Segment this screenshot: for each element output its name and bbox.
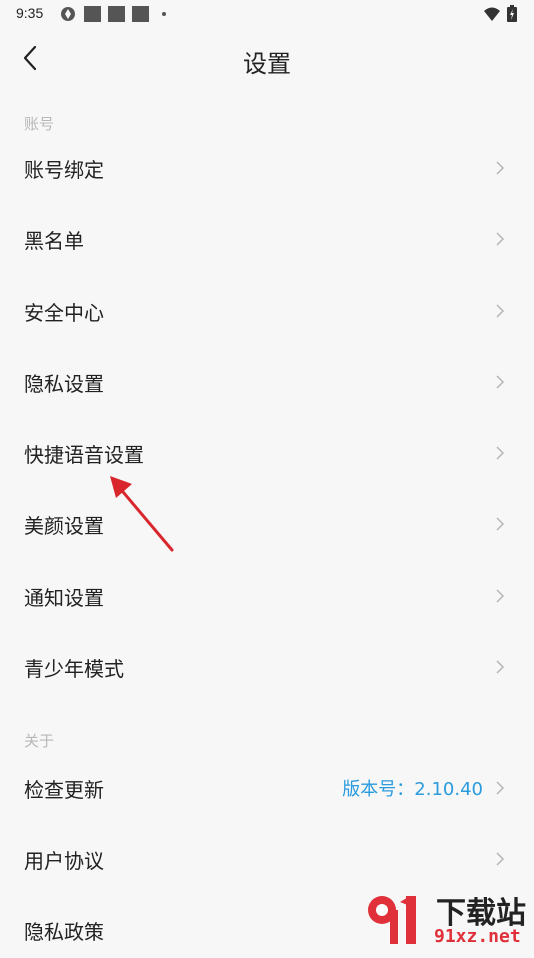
settings-item-user-agreement[interactable]: 用户协议 xyxy=(0,831,534,887)
settings-item-quick-voice-settings[interactable]: 快捷语音设置 xyxy=(0,425,534,481)
settings-item-label: 快捷语音设置 xyxy=(24,442,144,467)
status-time: 9:35 xyxy=(16,5,44,21)
page-title: 设置 xyxy=(243,50,291,78)
section-header-about: 关于 xyxy=(24,732,55,750)
notification-square-icon xyxy=(108,6,125,22)
settings-item-label: 青少年模式 xyxy=(24,656,124,681)
app-notification-icon xyxy=(61,7,75,21)
notification-square-icon xyxy=(84,6,101,22)
annotation-arrow-icon xyxy=(110,476,174,552)
more-notifications-dot-icon xyxy=(162,12,166,16)
settings-item-label: 用户协议 xyxy=(24,848,104,873)
settings-item-label: 安全中心 xyxy=(24,300,104,325)
settings-item-label: 通知设置 xyxy=(24,585,104,610)
settings-item-privacy-settings[interactable]: 隐私设置 xyxy=(0,354,534,410)
chevron-right-icon xyxy=(496,781,505,795)
watermark-91-logo-icon xyxy=(368,896,416,944)
settings-item-label: 隐私设置 xyxy=(24,371,104,396)
chevron-right-icon xyxy=(496,660,505,674)
chevron-right-icon xyxy=(496,161,505,175)
version-number: 版本号：2.10.40 xyxy=(342,779,483,800)
title-bar: 设置 xyxy=(0,28,534,92)
chevron-right-icon xyxy=(496,304,505,318)
notification-square-icon xyxy=(132,6,149,22)
settings-item-check-update[interactable]: 检查更新 版本号：2.10.40 xyxy=(0,760,534,816)
settings-item-label: 黑名单 xyxy=(24,228,84,253)
settings-item-label: 检查更新 xyxy=(24,777,104,802)
settings-item-label: 账号绑定 xyxy=(24,157,104,182)
settings-item-label: 隐私政策 xyxy=(24,919,104,944)
settings-item-security-center[interactable]: 安全中心 xyxy=(0,283,534,339)
settings-item-blacklist[interactable]: 黑名单 xyxy=(0,211,534,267)
settings-item-label: 美颜设置 xyxy=(24,513,104,538)
settings-item-beauty-settings[interactable]: 美颜设置 xyxy=(0,496,534,552)
section-header-account: 账号 xyxy=(24,115,55,133)
wifi-icon xyxy=(484,7,500,21)
chevron-right-icon xyxy=(496,446,505,460)
settings-item-account-binding[interactable]: 账号绑定 xyxy=(0,140,534,196)
chevron-right-icon xyxy=(496,589,505,603)
chevron-right-icon xyxy=(496,852,505,866)
battery-icon xyxy=(507,5,517,22)
chevron-right-icon xyxy=(496,232,505,246)
chevron-right-icon xyxy=(496,517,505,531)
watermark-text-bottom: 91xz.net xyxy=(434,926,521,947)
settings-item-teen-mode[interactable]: 青少年模式 xyxy=(0,639,534,695)
status-bar: 9:35 xyxy=(0,0,534,28)
chevron-right-icon xyxy=(496,375,505,389)
watermark-logo: 下载站 91xz.net xyxy=(364,888,534,950)
settings-item-notification-settings[interactable]: 通知设置 xyxy=(0,568,534,624)
